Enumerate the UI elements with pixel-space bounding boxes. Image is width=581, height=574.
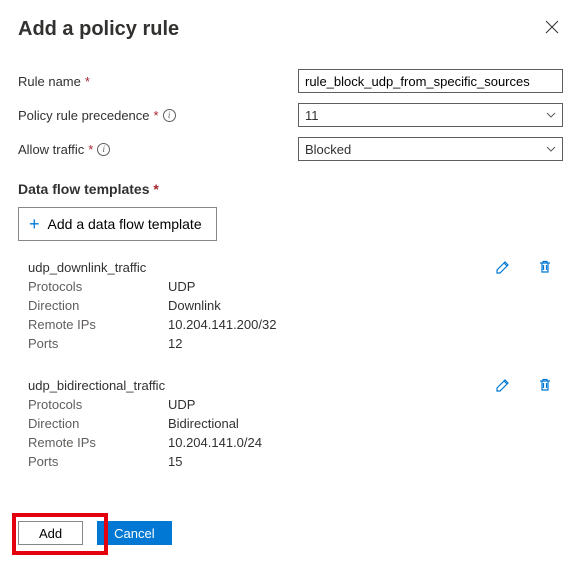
rule-name-input[interactable] xyxy=(298,69,563,93)
kv-val-ports: 12 xyxy=(168,336,182,351)
kv-key-protocols: Protocols xyxy=(28,397,168,412)
required-asterisk: * xyxy=(85,74,90,89)
template-card: udp_bidirectional_traffic Protocols UDP … xyxy=(18,373,563,477)
plus-icon: + xyxy=(29,215,40,233)
kv-row: Ports 15 xyxy=(28,454,559,469)
template-name: udp_bidirectional_traffic xyxy=(28,378,165,393)
kv-val-remoteips: 10.204.141.200/32 xyxy=(168,317,276,332)
kv-val-direction: Downlink xyxy=(168,298,221,313)
allow-traffic-select[interactable]: Blocked xyxy=(298,137,563,161)
precedence-value: 11 xyxy=(305,108,319,123)
kv-key-protocols: Protocols xyxy=(28,279,168,294)
allow-traffic-value: Blocked xyxy=(305,142,351,157)
kv-key-direction: Direction xyxy=(28,416,168,431)
close-icon[interactable] xyxy=(541,16,563,43)
kv-row: Direction Downlink xyxy=(28,298,559,313)
kv-key-remoteips: Remote IPs xyxy=(28,317,168,332)
kv-val-protocols: UDP xyxy=(168,279,195,294)
template-card: udp_downlink_traffic Protocols UDP Direc… xyxy=(18,255,563,359)
precedence-label-text: Policy rule precedence xyxy=(18,108,150,123)
template-name: udp_downlink_traffic xyxy=(28,260,146,275)
kv-key-remoteips: Remote IPs xyxy=(28,435,168,450)
delete-icon[interactable] xyxy=(537,377,553,393)
add-button[interactable]: Add xyxy=(18,521,83,545)
templates-section-title: Data flow templates * xyxy=(18,181,563,197)
template-actions xyxy=(495,259,559,275)
template-actions xyxy=(495,377,559,393)
kv-row: Remote IPs 10.204.141.0/24 xyxy=(28,435,559,450)
kv-row: Remote IPs 10.204.141.200/32 xyxy=(28,317,559,332)
info-icon[interactable]: i xyxy=(163,109,176,122)
kv-val-protocols: UDP xyxy=(168,397,195,412)
add-template-label: Add a data flow template xyxy=(48,216,202,232)
cancel-button[interactable]: Cancel xyxy=(97,521,171,545)
template-header: udp_downlink_traffic xyxy=(28,259,559,275)
panel-title: Add a policy rule xyxy=(18,18,179,41)
kv-key-direction: Direction xyxy=(28,298,168,313)
allow-traffic-label-text: Allow traffic xyxy=(18,142,84,157)
precedence-row: Policy rule precedence * i 11 xyxy=(18,103,563,127)
panel-footer: Add Cancel xyxy=(18,521,563,545)
kv-row: Ports 12 xyxy=(28,336,559,351)
required-asterisk: * xyxy=(88,142,93,157)
required-asterisk: * xyxy=(153,181,158,197)
rule-name-label-text: Rule name xyxy=(18,74,81,89)
template-header: udp_bidirectional_traffic xyxy=(28,377,559,393)
rule-name-label: Rule name * xyxy=(18,74,298,89)
templates-title-text: Data flow templates xyxy=(18,181,149,197)
policy-rule-panel: Add a policy rule Rule name * Policy rul… xyxy=(0,0,581,563)
panel-header: Add a policy rule xyxy=(18,16,563,43)
add-template-button[interactable]: + Add a data flow template xyxy=(18,207,217,241)
delete-icon[interactable] xyxy=(537,259,553,275)
kv-val-direction: Bidirectional xyxy=(168,416,239,431)
kv-row: Protocols UDP xyxy=(28,397,559,412)
edit-icon[interactable] xyxy=(495,259,511,275)
kv-row: Protocols UDP xyxy=(28,279,559,294)
kv-key-ports: Ports xyxy=(28,454,168,469)
kv-row: Direction Bidirectional xyxy=(28,416,559,431)
required-asterisk: * xyxy=(154,108,159,123)
kv-val-remoteips: 10.204.141.0/24 xyxy=(168,435,262,450)
kv-val-ports: 15 xyxy=(168,454,182,469)
allow-traffic-label: Allow traffic * i xyxy=(18,142,298,157)
precedence-select[interactable]: 11 xyxy=(298,103,563,127)
kv-key-ports: Ports xyxy=(28,336,168,351)
allow-traffic-row: Allow traffic * i Blocked xyxy=(18,137,563,161)
rule-name-row: Rule name * xyxy=(18,69,563,93)
precedence-label: Policy rule precedence * i xyxy=(18,108,298,123)
edit-icon[interactable] xyxy=(495,377,511,393)
info-icon[interactable]: i xyxy=(97,143,110,156)
